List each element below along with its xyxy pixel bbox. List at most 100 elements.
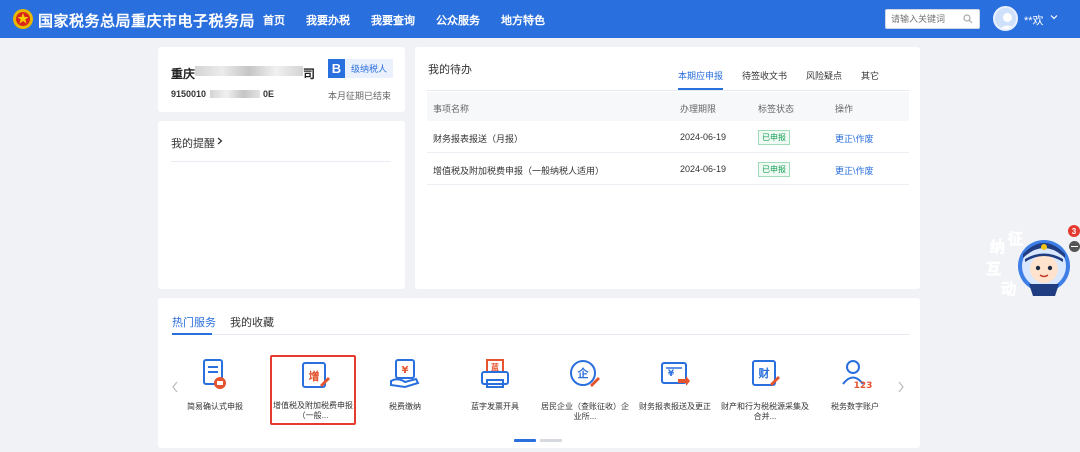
table-row: 财务报表报送（月报） 2024-06-19 已申报 更正\作废 [427, 121, 909, 153]
notification-count-badge[interactable]: 3 [1068, 225, 1080, 237]
doc-stamp-icon [203, 359, 226, 389]
tax-emblem-icon[interactable] [12, 8, 34, 30]
pagination-dot-1[interactable] [514, 439, 536, 442]
service-label: 税务数字账户 [831, 402, 879, 411]
service-property-tax[interactable]: 财 财产和行为税税源采集及合并... [720, 353, 810, 433]
active-tab-indicator [172, 333, 212, 335]
redacted-company-name [195, 66, 303, 76]
service-tax-pay[interactable]: ¥ 税费缴纳 [360, 353, 450, 433]
nav-public-service[interactable]: 公众服务 [436, 12, 480, 28]
column-header-deadline: 办理期限 [680, 104, 717, 114]
avatar[interactable] [993, 6, 1018, 31]
mascot-char-2: 互 [986, 260, 1001, 278]
site-brand[interactable]: 国家税务总局重庆市电子税务局 [38, 10, 255, 31]
report-submit-icon: ¥ [661, 362, 690, 386]
period-status: 本月征期已结束 [328, 91, 392, 101]
nav-do-tax[interactable]: 我要办税 [306, 12, 350, 28]
svg-text:增: 增 [309, 369, 320, 383]
vat-declare-icon: 增 [302, 362, 330, 388]
service-label: 财务报表报送及更正 [639, 402, 711, 411]
column-header-name: 事项名称 [433, 104, 470, 114]
task-name: 财务报表报送（月报） [433, 134, 524, 144]
interaction-mascot[interactable]: 征 纳 互 动 [983, 222, 1080, 302]
divider [172, 334, 910, 335]
taxpayer-credit-badge: B 级纳税人 [328, 59, 394, 78]
tax-pay-icon: ¥ [390, 359, 420, 389]
svg-text:企: 企 [577, 366, 590, 380]
main-nav: 首页 我要办税 我要查询 公众服务 地方特色 [263, 12, 566, 28]
correct-void-link[interactable]: 更正\作废 [835, 132, 874, 145]
service-label: 增值税及附加税费申报（一般... [273, 401, 353, 420]
todo-card: 我的待办 本期应申报 待签收文书 风险疑点 其它 事项名称 办理期限 标签状态 … [415, 47, 920, 289]
hot-tabs: 热门服务 我的收藏 [172, 314, 288, 335]
mascot-char-1: 征 [1008, 230, 1023, 248]
enterprise-tax-icon: 企 [570, 360, 600, 387]
nav-query[interactable]: 我要查询 [371, 12, 415, 28]
tab-pending-docs[interactable]: 待签收文书 [742, 69, 787, 90]
user-icon [999, 13, 1016, 29]
mascot-char-3: 动 [1001, 280, 1016, 298]
service-simple-declare[interactable]: 简易确认式申报 [170, 353, 260, 433]
search-box [885, 9, 980, 29]
task-name: 增值税及附加税费申报（一般纳税人适用） [433, 166, 605, 176]
username[interactable]: **欢 [1024, 12, 1044, 28]
company-name: 重庆 [171, 67, 196, 81]
todo-title: 我的待办 [428, 64, 472, 76]
divider [427, 90, 909, 91]
service-label: 居民企业（查账征收）企业所... [541, 402, 629, 421]
pagination-dot-2[interactable] [540, 439, 562, 442]
tab-my-favorites[interactable]: 我的收藏 [230, 314, 274, 335]
task-deadline: 2024-06-19 [680, 164, 727, 174]
table-header: 事项名称 办理期限 标签状态 操作 [427, 92, 909, 121]
service-blue-invoice[interactable]: 蓝 蓝字发票开具 [450, 353, 540, 433]
table-row: 增值税及附加税费申报（一般纳税人适用） 2024-06-19 已申报 更正\作废 [427, 153, 909, 185]
service-label: 财产和行为税税源采集及合并... [721, 402, 809, 421]
mascot-char-0: 纳 [990, 238, 1005, 256]
search-input[interactable] [886, 10, 958, 28]
service-digital-account[interactable]: 123 税务数字账户 [810, 353, 900, 433]
status-badge: 已申报 [758, 130, 790, 145]
hot-services-card: 热门服务 我的收藏 简易确认式申报 增 增值税及附加税费申报（一般... ¥ 税… [158, 298, 920, 448]
nav-home[interactable]: 首页 [263, 12, 285, 28]
service-vat-declare[interactable]: 增 增值税及附加税费申报（一般... [270, 355, 356, 425]
correct-void-link[interactable]: 更正\作废 [835, 164, 874, 177]
service-label: 蓝字发票开具 [471, 402, 519, 411]
svg-text:蓝: 蓝 [491, 362, 499, 372]
reminder-title[interactable]: 我的提醒 [171, 135, 215, 151]
service-enterprise-tax[interactable]: 企 居民企业（查账征收）企业所... [540, 353, 630, 433]
company-tax-id-tail: 0E [263, 89, 275, 99]
column-header-action: 操作 [835, 104, 854, 114]
company-card: 重庆 司 9150010 0E B 级纳税人 本月征期已结束 [158, 47, 405, 112]
tab-other[interactable]: 其它 [861, 69, 879, 90]
svg-text:财: 财 [758, 366, 770, 380]
redacted-tax-id [210, 90, 260, 98]
status-badge: 已申报 [758, 162, 790, 177]
service-financial-report[interactable]: ¥ 财务报表报送及更正 [630, 353, 720, 433]
company-name-tail: 司 [303, 67, 316, 81]
svg-text:123: 123 [854, 381, 872, 391]
divider [171, 161, 391, 162]
top-bar: 国家税务总局重庆市电子税务局 首页 我要办税 我要查询 公众服务 地方特色 **… [0, 0, 1080, 38]
nav-local-feature[interactable]: 地方特色 [501, 12, 545, 28]
tab-risk-points[interactable]: 风险疑点 [806, 69, 842, 90]
credit-level-letter: B [328, 59, 345, 78]
invoice-print-icon: 蓝 [481, 359, 509, 388]
company-tax-id: 9150010 [171, 89, 207, 99]
tab-current-declare[interactable]: 本期应申报 [678, 69, 724, 90]
column-header-status: 标签状态 [758, 104, 795, 114]
digital-account-icon: 123 [842, 360, 872, 391]
service-label: 简易确认式申报 [187, 402, 243, 411]
svg-text:¥: ¥ [668, 369, 675, 379]
chevron-down-icon[interactable] [1050, 13, 1058, 21]
search-icon[interactable] [963, 14, 973, 24]
credit-level-text: 级纳税人 [345, 59, 394, 78]
service-label: 税费缴纳 [389, 402, 421, 411]
property-tax-icon: 财 [752, 360, 780, 386]
svg-text:¥: ¥ [402, 365, 409, 376]
todo-tabs: 本期应申报 待签收文书 风险疑点 其它 [678, 69, 898, 90]
chevron-right-icon[interactable] [217, 137, 223, 145]
tab-hot-services[interactable]: 热门服务 [172, 314, 216, 335]
carousel-pagination [514, 439, 562, 442]
collapse-minus-icon[interactable] [1069, 241, 1080, 252]
task-deadline: 2024-06-19 [680, 132, 727, 142]
